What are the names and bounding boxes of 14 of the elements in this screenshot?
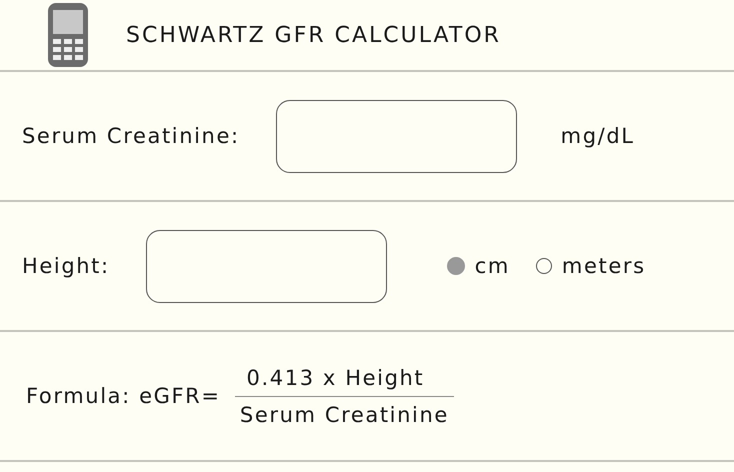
field-label: Height: <box>22 254 110 278</box>
formula-label: Formula: eGFR= <box>26 384 221 408</box>
radio-button[interactable] <box>446 257 465 275</box>
radio-button[interactable] <box>536 258 552 274</box>
app-title: SCHWARTZ GFR CALCULATOR <box>126 22 501 48</box>
unit-label: mg/dL <box>560 124 635 148</box>
mobile-phone-icon <box>48 3 88 67</box>
radio-label: cm <box>474 254 510 278</box>
input-field[interactable] <box>146 230 387 302</box>
field-label: Serum Creatinine: <box>22 124 240 148</box>
radio-label: meters <box>562 254 646 278</box>
input-field[interactable] <box>276 100 517 172</box>
formula-numerator: 0.413 x Height <box>234 366 454 396</box>
formula-denominator: Serum Creatinine <box>240 402 449 426</box>
